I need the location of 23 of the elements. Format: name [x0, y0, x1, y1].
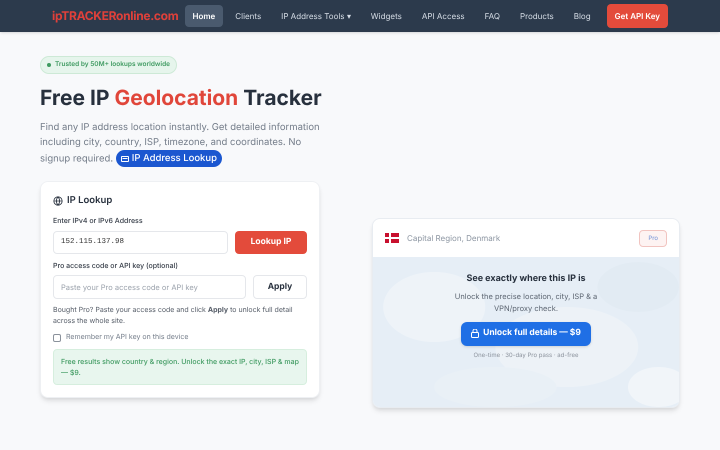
- lock-icon: [471, 329, 480, 338]
- nav-link[interactable]: Blog: [566, 5, 599, 27]
- nav-link[interactable]: Widgets: [362, 5, 410, 27]
- apply-button[interactable]: Apply: [253, 275, 307, 300]
- flag-icon: [385, 233, 399, 243]
- id-card-icon: [120, 156, 129, 162]
- nav-link[interactable]: FAQ: [476, 5, 508, 27]
- ip-lookup-link[interactable]: IP Address Lookup: [116, 150, 222, 167]
- nav-link[interactable]: IP Address Tools ▾: [273, 5, 359, 27]
- get-api-key-button[interactable]: Get API Key: [606, 4, 668, 28]
- remember-checkbox[interactable]: [53, 334, 61, 342]
- nav-link[interactable]: Products: [512, 5, 562, 27]
- overlay-title: See exactly where this IP is: [466, 272, 586, 286]
- page-heading: Free IP Geolocation Tracker: [40, 86, 320, 112]
- unlock-button[interactable]: Unlock full details — $9: [461, 322, 591, 346]
- card-title: IP Lookup: [67, 194, 112, 208]
- intro-text: Find any IP address location instantly. Get detailed information including city, country, ISP, timezone, and coordinates. No signup required. IP Address Lookup: [40, 120, 320, 167]
- nav-link[interactable]: Clients: [227, 5, 270, 27]
- lookup-ip-button[interactable]: Lookup IP: [235, 230, 307, 254]
- location-text: Capital Region, Denmark: [407, 232, 500, 244]
- globe-icon: [53, 196, 63, 206]
- nav-link[interactable]: Home: [184, 5, 224, 27]
- nav-link[interactable]: API Access: [414, 5, 473, 27]
